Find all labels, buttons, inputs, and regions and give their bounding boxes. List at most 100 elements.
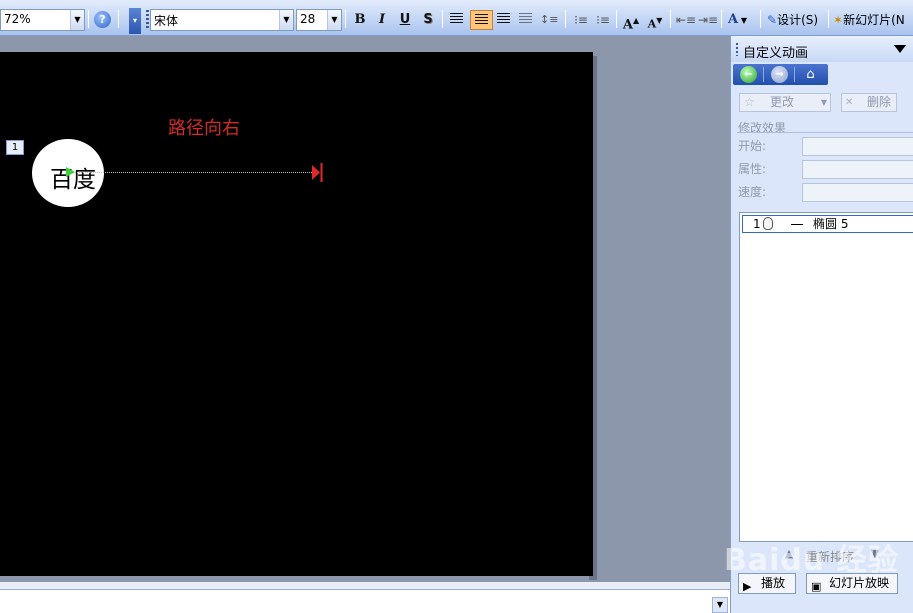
remove-icon: ✕ — [845, 97, 854, 108]
start-label: 开始: — [738, 139, 767, 153]
change-effect-button[interactable]: ☆ 更改 ▼ — [739, 93, 831, 112]
nav-separator — [794, 67, 795, 82]
decrease-indent-icon[interactable]: ⇤≡ — [676, 10, 696, 30]
help-icon[interactable]: ? — [94, 11, 111, 28]
animation-name: 椭圆 5 — [813, 217, 849, 231]
chevron-down-icon[interactable]: ▼ — [279, 10, 293, 30]
motion-path-line[interactable] — [72, 172, 314, 173]
line-spacing-icon[interactable]: ↕≡ — [540, 10, 558, 30]
pane-menu-icon[interactable] — [894, 45, 906, 53]
custom-animation-pane: 自定义动画 ← → ⌂ ☆ 更改 ▼ ✕ 删除 修改效果 开始: 属性: 速度:… — [730, 36, 913, 613]
play-label: 播放 — [761, 576, 786, 590]
slide-canvas[interactable] — [0, 52, 593, 576]
toolbar-separator — [828, 10, 829, 28]
slideshow-button[interactable]: ▣ 幻灯片放映 — [806, 573, 898, 594]
animation-order-tag[interactable]: 1 — [6, 140, 24, 155]
grow-font-label: A — [622, 17, 633, 33]
pane-grip[interactable] — [736, 43, 738, 56]
align-center-button[interactable] — [470, 10, 493, 30]
zoom-value: 72% — [4, 12, 31, 26]
toolbar-separator — [721, 10, 722, 28]
motion-path-end-icon — [312, 163, 323, 182]
grow-font-button[interactable]: A▲ — [622, 10, 640, 33]
toolbar-separator — [670, 10, 671, 28]
underline-button[interactable]: U — [396, 10, 414, 30]
toolbar-separator — [616, 10, 617, 28]
animation-list[interactable]: 1 椭圆 5 — [739, 212, 913, 542]
new-slide-icon: ✶ — [833, 13, 844, 27]
motion-path-start-icon — [66, 167, 75, 177]
toolbar-separator — [118, 10, 119, 28]
back-icon[interactable]: ← — [740, 66, 757, 83]
slide-text-box[interactable]: 路径向右 — [168, 114, 240, 140]
font-size-combo[interactable]: 28 ▼ — [296, 9, 342, 31]
play-icon: ▶ — [743, 580, 752, 593]
modify-effect-header: 修改效果 — [738, 121, 787, 135]
toolbar-separator — [345, 10, 346, 28]
notes-pane[interactable] — [0, 589, 730, 613]
chevron-down-icon: ▼ — [820, 98, 827, 107]
pane-title: 自定义动画 — [743, 46, 809, 61]
formatting-toolbar: 72% ▼ ? ▾ 宋体 ▼ 28 ▼ B I U S ↕≡ ⁝≡ ⁝≡ A▲ … — [0, 0, 913, 36]
animation-order: 1 — [753, 217, 761, 231]
design-label: 设计(S) — [777, 13, 819, 27]
shadow-button[interactable]: S — [419, 10, 437, 30]
font-color-button[interactable]: A ▼ — [728, 10, 747, 30]
slideshow-label: 幻灯片放映 — [829, 576, 890, 590]
animation-list-item[interactable]: 1 椭圆 5 — [742, 215, 913, 233]
slideshow-icon: ▣ — [811, 580, 822, 593]
zoom-combo[interactable]: 72% ▼ — [0, 9, 85, 31]
pane-navigation: ← → ⌂ — [733, 64, 828, 85]
design-icon: ✎ — [767, 13, 778, 27]
toolbar-separator — [88, 10, 89, 28]
star-icon: ☆ — [744, 95, 755, 109]
start-dropdown[interactable] — [802, 137, 913, 156]
mouse-click-icon — [763, 217, 773, 230]
shrink-font-button[interactable]: A▼ — [646, 10, 664, 31]
forward-icon[interactable]: → — [771, 66, 788, 83]
align-right-icon[interactable] — [497, 13, 510, 25]
remove-label: 删除 — [867, 95, 892, 109]
motion-path-icon — [791, 224, 803, 225]
toolbar-overflow-button[interactable]: ▾ — [129, 8, 141, 34]
move-up-icon[interactable]: ▲ — [781, 546, 797, 562]
increase-indent-icon[interactable]: ⇥≡ — [698, 10, 718, 30]
bold-button[interactable]: B — [351, 10, 369, 30]
play-button[interactable]: ▶ 播放 — [738, 573, 796, 594]
toolbar-grip[interactable] — [146, 10, 149, 28]
design-button[interactable]: ✎设计(S) — [767, 11, 818, 28]
align-left-icon[interactable] — [450, 13, 463, 25]
ellipse-text: 百度 — [50, 167, 96, 193]
speed-label: 速度: — [738, 185, 767, 199]
toolbar-separator — [565, 10, 566, 28]
new-slide-button[interactable]: ✶新幻灯片(N — [833, 11, 905, 28]
move-down-icon[interactable]: ▼ — [867, 546, 883, 562]
horizontal-scrollbar[interactable] — [0, 582, 730, 589]
pane-header: 自定义动画 — [731, 36, 913, 62]
reorder-label: 重新排序 — [806, 550, 855, 564]
align-center-icon — [475, 14, 488, 26]
remove-button[interactable]: ✕ 删除 — [841, 93, 897, 112]
font-size-value: 28 — [300, 12, 316, 26]
font-name-combo[interactable]: 宋体 ▼ — [150, 9, 294, 31]
italic-button[interactable]: I — [373, 10, 391, 30]
toolbar-separator — [760, 10, 761, 28]
distribute-icon[interactable] — [519, 13, 532, 25]
numbering-icon[interactable]: ⁝≡ — [572, 10, 590, 30]
nav-separator — [763, 67, 764, 82]
toolbar-separator — [442, 10, 443, 28]
font-color-label: A — [728, 12, 739, 27]
new-slide-label: 新幻灯片(N — [843, 13, 905, 27]
bullets-icon[interactable]: ⁝≡ — [594, 10, 612, 30]
home-icon[interactable]: ⌂ — [802, 66, 819, 83]
shrink-font-label: A — [647, 17, 657, 31]
scroll-down-icon[interactable]: ▼ — [712, 597, 728, 613]
font-name-value: 宋体 — [154, 14, 179, 28]
speed-dropdown[interactable] — [802, 183, 913, 202]
property-dropdown[interactable] — [802, 160, 913, 179]
chevron-down-icon[interactable]: ▼ — [327, 10, 341, 30]
pane-divider — [737, 132, 913, 133]
change-effect-label: 更改 — [770, 95, 795, 109]
chevron-down-icon[interactable]: ▼ — [70, 10, 84, 30]
property-label: 属性: — [738, 162, 767, 176]
